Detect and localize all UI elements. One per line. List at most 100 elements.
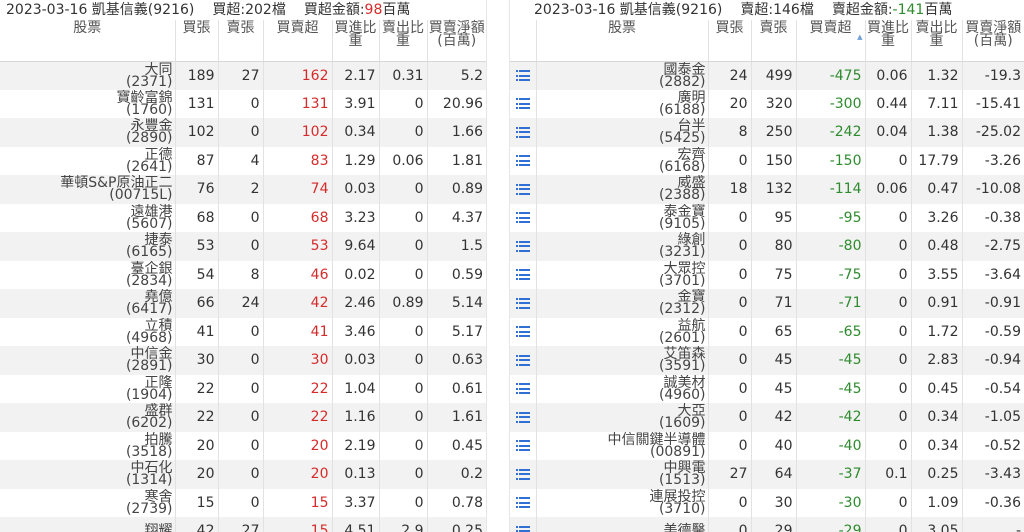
list-icon[interactable] bbox=[515, 269, 530, 281]
table-row[interactable]: 台半 (5425) 8 250 -242 0.04 1.38 -25.02 bbox=[510, 118, 1024, 147]
stock-cell[interactable]: 泰金寶 (9105) bbox=[535, 203, 708, 232]
header-stock[interactable]: 股票 bbox=[0, 20, 175, 62]
table-row[interactable]: 盛群 (6202) 22 0 22 1.16 0 1.61 bbox=[0, 403, 486, 432]
list-icon[interactable] bbox=[515, 98, 530, 110]
stock-cell[interactable]: 大亞 (1609) bbox=[535, 403, 708, 432]
row-action-cell[interactable] bbox=[510, 232, 536, 261]
list-icon[interactable] bbox=[515, 212, 530, 224]
table-row[interactable]: 威盛 (2388) 18 132 -114 0.06 0.47 -10.08 bbox=[510, 175, 1024, 204]
row-action-cell[interactable] bbox=[510, 346, 536, 375]
stock-cell[interactable]: 永豐金 (2890) bbox=[0, 118, 175, 147]
table-row[interactable]: 中興電 (1513) 27 64 -37 0.1 0.25 -3.43 bbox=[510, 460, 1024, 489]
header-net-amount[interactable]: 買賣淨額(百萬) bbox=[426, 20, 486, 62]
table-row[interactable]: 臺企銀 (2834) 54 8 46 0.02 0 0.59 bbox=[0, 260, 486, 289]
row-action-cell[interactable] bbox=[510, 146, 536, 175]
stock-cell[interactable]: 連展投控 (3710) bbox=[535, 488, 708, 517]
table-row[interactable]: 綠創 (3231) 0 80 -80 0 0.48 -2.75 bbox=[510, 232, 1024, 261]
table-row[interactable]: 中信關鍵半導體 (00891) 0 40 -40 0 0.34 -0.52 bbox=[510, 431, 1024, 460]
stock-cell[interactable]: 中興電 (1513) bbox=[535, 460, 708, 489]
row-action-cell[interactable] bbox=[510, 317, 536, 346]
stock-cell[interactable]: 金寶 (2312) bbox=[535, 289, 708, 318]
stock-cell[interactable]: 臺企銀 (2834) bbox=[0, 260, 175, 289]
table-row[interactable]: 連展投控 (3710) 0 30 -30 0 1.09 -0.36 bbox=[510, 488, 1024, 517]
table-row[interactable]: 寒舍 (2739) 15 0 15 3.37 0 0.78 bbox=[0, 488, 486, 517]
stock-cell[interactable]: 美德醫 bbox=[535, 517, 708, 532]
row-action-cell[interactable] bbox=[510, 203, 536, 232]
stock-cell[interactable]: 盛群 (6202) bbox=[0, 403, 175, 432]
row-action-cell[interactable] bbox=[510, 260, 536, 289]
stock-cell[interactable]: 大同 (2371) bbox=[0, 61, 175, 90]
header-sell-ratio[interactable]: 賣出比重 bbox=[378, 20, 427, 62]
row-action-cell[interactable] bbox=[510, 460, 536, 489]
list-icon[interactable] bbox=[515, 126, 530, 138]
header-net-lots[interactable]: 買賣超 bbox=[262, 20, 332, 62]
stock-cell[interactable]: 國泰金 (2882) bbox=[535, 61, 708, 90]
list-icon[interactable] bbox=[515, 240, 530, 252]
list-icon[interactable] bbox=[515, 326, 530, 338]
list-icon[interactable] bbox=[515, 411, 530, 423]
list-icon[interactable] bbox=[515, 497, 530, 509]
table-row[interactable]: 中信金 (2891) 30 0 30 0.03 0 0.63 bbox=[0, 346, 486, 375]
stock-cell[interactable]: 威盛 (2388) bbox=[535, 175, 708, 204]
table-row[interactable]: 正德 (2641) 87 4 83 1.29 0.06 1.81 bbox=[0, 146, 486, 175]
header-stock[interactable]: 股票 bbox=[535, 20, 708, 62]
row-action-cell[interactable] bbox=[510, 374, 536, 403]
header-sell-lots[interactable]: 賣張 bbox=[217, 20, 263, 62]
table-row[interactable]: 中石化 (1314) 20 0 20 0.13 0 0.2 bbox=[0, 460, 486, 489]
stock-cell[interactable]: 大眾控 (3701) bbox=[535, 260, 708, 289]
table-row[interactable]: 正隆 (1904) 22 0 22 1.04 0 0.61 bbox=[0, 374, 486, 403]
table-row[interactable]: 誠美材 (4960) 0 45 -45 0 0.45 -0.54 bbox=[510, 374, 1024, 403]
sort-ascending-icon[interactable]: ▲ bbox=[857, 34, 862, 41]
stock-cell[interactable]: 艾笛森 (3591) bbox=[535, 346, 708, 375]
row-action-cell[interactable] bbox=[510, 488, 536, 517]
row-action-cell[interactable] bbox=[510, 431, 536, 460]
header-buy-ratio[interactable]: 買進比重 bbox=[864, 20, 911, 62]
header-buy-lots[interactable]: 買張 bbox=[174, 20, 218, 62]
table-row[interactable]: 益航 (2601) 0 65 -65 0 1.72 -0.59 bbox=[510, 317, 1024, 346]
table-row[interactable]: 泰金寶 (9105) 0 95 -95 0 3.26 -0.38 bbox=[510, 203, 1024, 232]
stock-cell[interactable]: 中信關鍵半導體 (00891) bbox=[535, 431, 708, 460]
row-action-cell[interactable] bbox=[510, 517, 536, 532]
table-row[interactable]: 翔耀 42 27 15 4.51 2.9 0.25 bbox=[0, 517, 486, 532]
stock-cell[interactable]: 中石化 (1314) bbox=[0, 460, 175, 489]
stock-name[interactable]: 翔耀 bbox=[0, 524, 173, 532]
stock-cell[interactable]: 正隆 (1904) bbox=[0, 374, 175, 403]
table-row[interactable]: 拍騰 (3518) 20 0 20 2.19 0 0.45 bbox=[0, 431, 486, 460]
stock-cell[interactable]: 益航 (2601) bbox=[535, 317, 708, 346]
table-row[interactable]: 遠雄港 (5607) 68 0 68 3.23 0 4.37 bbox=[0, 203, 486, 232]
table-row[interactable]: 捷泰 (6165) 53 0 53 9.64 0 1.5 bbox=[0, 232, 486, 261]
table-row[interactable]: 國泰金 (2882) 24 499 -475 0.06 1.32 -19.3 bbox=[510, 61, 1024, 90]
table-row[interactable]: 大眾控 (3701) 0 75 -75 0 3.55 -3.64 bbox=[510, 260, 1024, 289]
row-action-cell[interactable] bbox=[510, 61, 536, 90]
stock-name[interactable]: 美德醫 bbox=[537, 524, 706, 532]
list-icon[interactable] bbox=[515, 297, 530, 309]
list-icon[interactable] bbox=[515, 70, 530, 81]
list-icon[interactable] bbox=[515, 354, 530, 366]
stock-cell[interactable]: 拍騰 (3518) bbox=[0, 431, 175, 460]
list-icon[interactable] bbox=[515, 440, 530, 452]
stock-cell[interactable]: 誠美材 (4960) bbox=[535, 374, 708, 403]
table-row[interactable]: 宏齊 (6168) 0 150 -150 0 17.79 -3.26 bbox=[510, 146, 1024, 175]
stock-cell[interactable]: 宏齊 (6168) bbox=[535, 146, 708, 175]
stock-cell[interactable]: 立積 (4968) bbox=[0, 317, 175, 346]
stock-cell[interactable]: 捷泰 (6165) bbox=[0, 232, 175, 261]
table-row[interactable]: 永豐金 (2890) 102 0 102 0.34 0 1.66 bbox=[0, 118, 486, 147]
row-action-cell[interactable] bbox=[510, 175, 536, 204]
row-action-cell[interactable] bbox=[510, 403, 536, 432]
row-action-cell[interactable] bbox=[510, 118, 536, 147]
table-row[interactable]: 大亞 (1609) 0 42 -42 0 0.34 -1.05 bbox=[510, 403, 1024, 432]
table-row[interactable]: 堯億 (6417) 66 24 42 2.46 0.89 5.14 bbox=[0, 289, 486, 318]
table-row[interactable]: 艾笛森 (3591) 0 45 -45 0 2.83 -0.94 bbox=[510, 346, 1024, 375]
list-icon[interactable] bbox=[515, 155, 530, 167]
stock-cell[interactable]: 翔耀 bbox=[0, 517, 175, 532]
stock-cell[interactable]: 綠創 (3231) bbox=[535, 232, 708, 261]
table-row[interactable]: 寶齡富錦 (1760) 131 0 131 3.91 0 20.96 bbox=[0, 89, 486, 118]
table-row[interactable]: 大同 (2371) 189 27 162 2.17 0.31 5.2 bbox=[0, 61, 486, 90]
stock-cell[interactable]: 寶齡富錦 (1760) bbox=[0, 89, 175, 118]
stock-cell[interactable]: 華頓S&P原油正二 (00715L) bbox=[0, 175, 175, 204]
stock-cell[interactable]: 遠雄港 (5607) bbox=[0, 203, 175, 232]
row-action-cell[interactable] bbox=[510, 289, 536, 318]
table-row[interactable]: 美德醫 0 29 -29 0 3.05- bbox=[510, 517, 1024, 532]
stock-cell[interactable]: 中信金 (2891) bbox=[0, 346, 175, 375]
header-net-amount[interactable]: 買賣淨額(百萬) bbox=[961, 20, 1024, 62]
